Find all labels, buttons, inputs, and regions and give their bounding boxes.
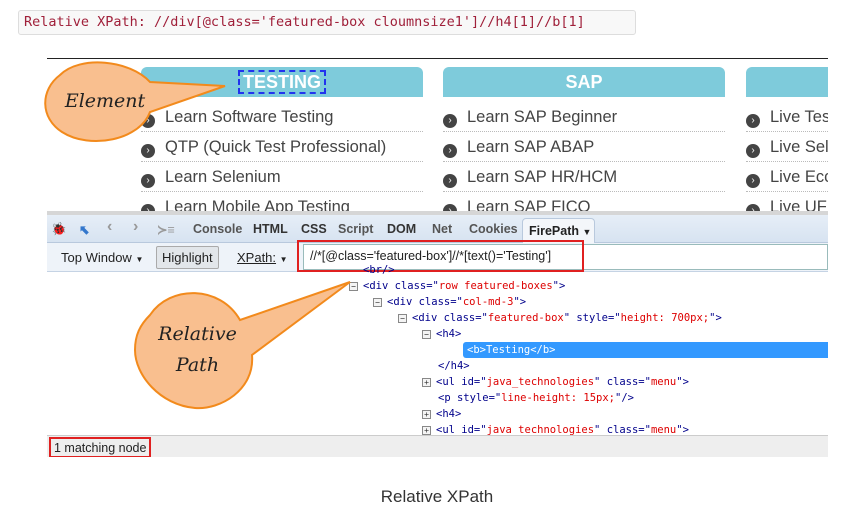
element-callout-text: Element (64, 90, 146, 112)
caption: Relative XPath (380, 487, 494, 506)
relative-callout-text-1: Relative (158, 323, 237, 345)
relative-callout-text-2: Path (175, 354, 220, 376)
relative-path-callout-shape (133, 281, 351, 410)
callouts-layer (44, 61, 351, 410)
